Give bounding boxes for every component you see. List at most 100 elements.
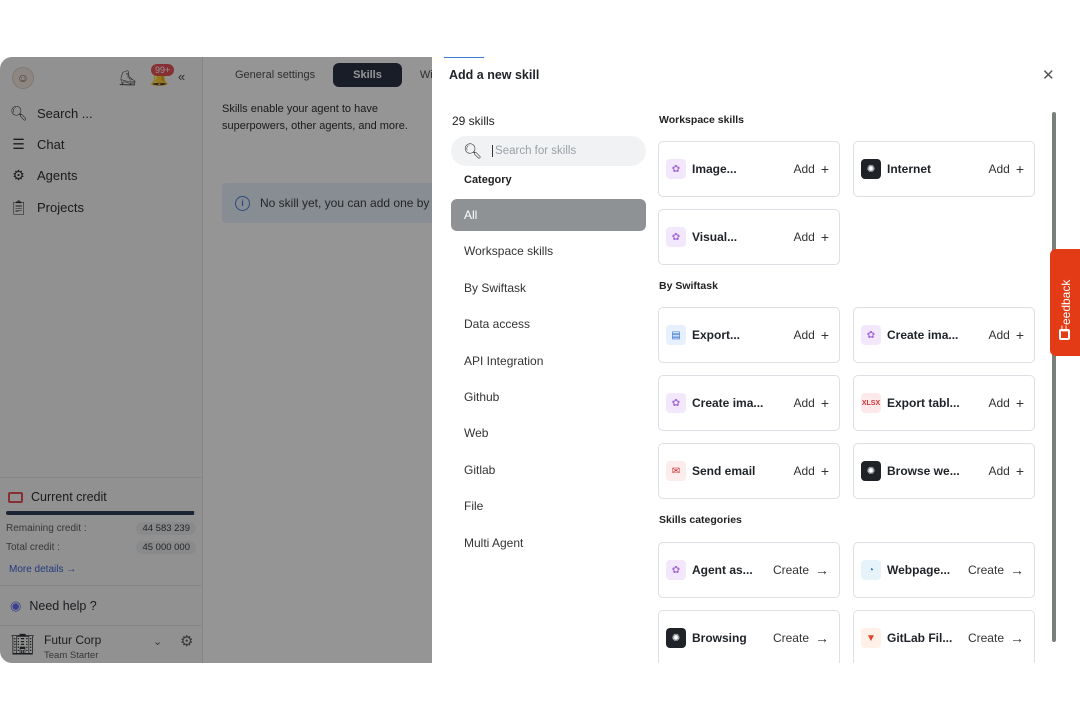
mail-icon: ✉ [666,461,686,481]
search-icon: 🔍︎ [463,143,483,160]
skill-name: GitLab Fil... [887,631,953,645]
openai-icon: ✺ [861,159,881,179]
add-skill-button[interactable]: Add + [988,327,1024,343]
arrow-right-icon: → [1010,562,1024,578]
openai-icon: ✺ [666,628,686,648]
skills-count: 29 skills [452,114,495,128]
create-label: Create [967,631,1004,645]
create-skill-button[interactable]: Create → [773,562,829,578]
arrow-right-icon: → [1010,630,1024,646]
skill-name: Browsing [692,631,747,645]
plus-icon: + [820,161,829,177]
skill-name: Image... [692,162,737,176]
skill-card-export-table: XLSX Export tabl... Add + [853,375,1035,431]
arrow-right-icon: → [815,562,829,578]
add-skill-button[interactable]: Add + [988,161,1024,177]
skill-card-agent-as: ✿ Agent as... Create → [658,542,840,598]
skill-card-internet: ✺ Internet Add + [853,141,1035,197]
skill-card-browse-web: ✺ Browse we... Add + [853,443,1035,499]
skill-name: Webpage... [887,563,951,577]
plus-icon: + [1015,463,1024,479]
skill-card-create-image-1: ✿ Create ima... Add + [853,307,1035,363]
category-all[interactable]: All [451,199,646,231]
plus-icon: + [820,229,829,245]
panel-title: Add a new skill [449,68,540,82]
arrow-right-icon: → [815,630,829,646]
add-skill-button[interactable]: Add + [793,229,829,245]
add-label: Add [988,328,1010,342]
xlsx-label: XLSX [861,399,881,407]
add-skill-button[interactable]: Add + [988,463,1024,479]
add-skill-panel: Add a new skill ✕ 29 skills 🔍︎ Category … [432,57,1068,663]
skill-name: Export... [692,328,741,342]
create-skill-button[interactable]: Create → [968,562,1024,578]
panel-scrollbar[interactable] [1052,112,1056,642]
category-multi-agent[interactable]: Multi Agent [451,527,646,559]
skill-card-export: ▤ Export... Add + [658,307,840,363]
section-skills-categories: Skills categories [659,514,742,526]
modal-backdrop[interactable] [0,57,432,663]
skill-card-create-image-2: ✿ Create ima... Add + [658,375,840,431]
feedback-label: Feedback [1059,279,1073,333]
gitlab-icon: ▼ [861,628,881,648]
skill-name: Visual... [692,230,738,244]
add-label: Add [988,162,1010,176]
category-github[interactable]: Github [451,381,646,413]
category-heading: Category [464,174,512,186]
add-label: Add [793,230,815,244]
add-label: Add [793,396,815,410]
skill-card-webpage: ◔ Webpage... Create → [853,542,1035,598]
create-label: Create [967,563,1004,577]
feedback-tab[interactable]: Feedback [1050,249,1080,356]
brain-icon: ✿ [666,227,686,247]
web-icon: ◔ [861,560,881,580]
create-skill-button[interactable]: Create → [968,630,1024,646]
add-skill-button[interactable]: Add + [793,395,829,411]
plus-icon: + [1015,161,1024,177]
add-label: Add [988,464,1010,478]
document-icon: ▤ [666,325,686,345]
add-label: Add [793,464,815,478]
brain-icon: ✿ [666,393,686,413]
skill-name: Create ima... [887,328,959,342]
xlsx-file-icon: XLSX [861,393,881,413]
brain-icon: ✿ [666,159,686,179]
category-api-integration[interactable]: API Integration [451,345,646,377]
category-by-swiftask[interactable]: By Swiftask [451,272,646,304]
category-file[interactable]: File [451,490,646,522]
plus-icon: + [1015,327,1024,343]
category-workspace-skills[interactable]: Workspace skills [451,235,646,267]
plus-icon: + [820,395,829,411]
brain-icon: ✿ [666,560,686,580]
skill-card-gitlab-file: ▼ GitLab Fil... Create → [853,610,1035,663]
skill-name: Internet [887,162,932,176]
add-label: Add [793,328,815,342]
skill-name: Export tabl... [887,396,960,410]
create-label: Create [772,631,809,645]
skill-name: Browse we... [887,464,960,478]
plus-icon: + [820,327,829,343]
category-data-access[interactable]: Data access [451,308,646,340]
category-list: All Workspace skills By Swiftask Data ac… [451,199,646,563]
add-skill-button[interactable]: Add + [793,327,829,343]
category-gitlab[interactable]: Gitlab [451,454,646,486]
feedback-icon [1059,329,1070,340]
brain-icon: ✿ [861,325,881,345]
add-skill-button[interactable]: Add + [988,395,1024,411]
skill-search-input[interactable] [492,145,633,157]
close-icon[interactable]: ✕ [1042,66,1055,84]
plus-icon: + [820,463,829,479]
plus-icon: + [1015,395,1024,411]
add-skill-button[interactable]: Add + [793,463,829,479]
create-skill-button[interactable]: Create → [773,630,829,646]
section-by-swiftask: By Swiftask [659,280,718,292]
add-skill-button[interactable]: Add + [793,161,829,177]
create-label: Create [772,563,809,577]
skill-card-image: ✿ Image... Add + [658,141,840,197]
add-label: Add [793,162,815,176]
add-label: Add [988,396,1010,410]
skill-name: Create ima... [692,396,764,410]
skill-card-send-email: ✉ Send email Add + [658,443,840,499]
category-web[interactable]: Web [451,417,646,449]
skill-card-browsing: ✺ Browsing Create → [658,610,840,663]
